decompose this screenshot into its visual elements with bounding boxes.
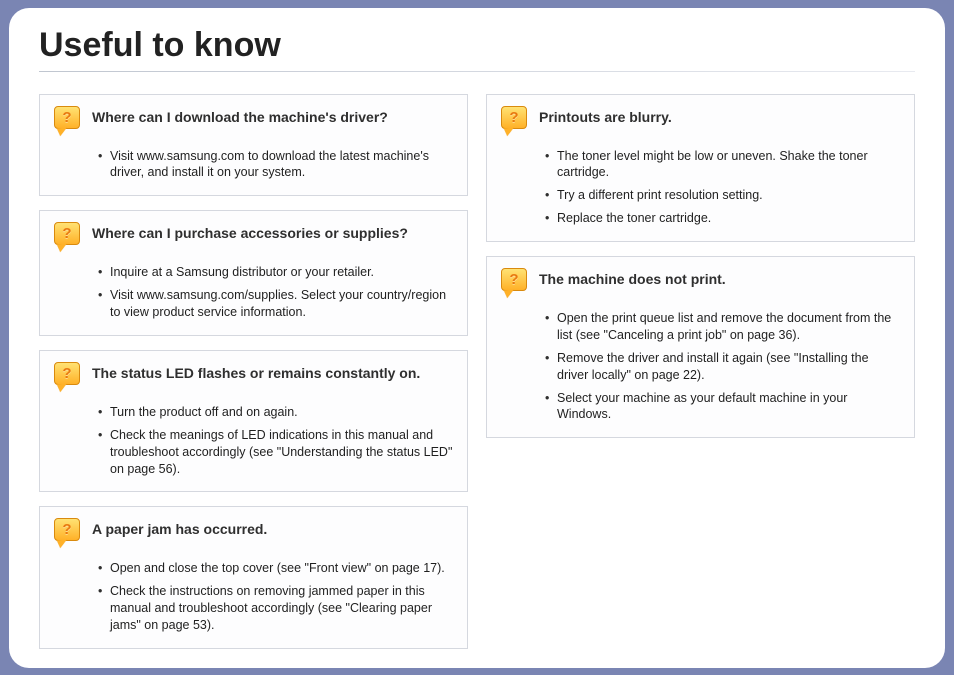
columns: ? Where can I download the machine's dri… — [39, 94, 915, 649]
card-download-driver: ? Where can I download the machine's dri… — [39, 94, 468, 197]
help-tail — [57, 127, 68, 136]
list-item: Open the print queue list and remove the… — [545, 310, 900, 344]
card-list: The toner level might be low or uneven. … — [501, 148, 900, 228]
card-list: Turn the product off and on again. Check… — [54, 404, 453, 478]
list-item: Try a different print resolution setting… — [545, 187, 900, 204]
left-column: ? Where can I download the machine's dri… — [39, 94, 468, 649]
card-header: ? The machine does not print. — [501, 268, 900, 296]
help-icon: ? — [54, 222, 82, 250]
list-item: Inquire at a Samsung distributor or your… — [98, 264, 453, 281]
card-list: Visit www.samsung.com to download the la… — [54, 148, 453, 182]
list-item: Check the meanings of LED indications in… — [98, 427, 453, 478]
card-purchase-supplies: ? Where can I purchase accessories or su… — [39, 210, 468, 336]
list-item: Open and close the top cover (see "Front… — [98, 560, 453, 577]
card-title: Printouts are blurry. — [539, 106, 672, 125]
title-rule — [39, 71, 915, 72]
right-column: ? Printouts are blurry. The toner level … — [486, 94, 915, 649]
help-icon: ? — [501, 268, 529, 296]
card-status-led: ? The status LED flashes or remains cons… — [39, 350, 468, 493]
help-icon: ? — [54, 106, 82, 134]
card-header: ? Printouts are blurry. — [501, 106, 900, 134]
list-item: Visit www.samsung.com to download the la… — [98, 148, 453, 182]
page-title: Useful to know — [39, 26, 915, 65]
card-header: ? Where can I purchase accessories or su… — [54, 222, 453, 250]
help-tail — [57, 384, 68, 393]
help-icon: ? — [54, 518, 82, 546]
card-no-print: ? The machine does not print. Open the p… — [486, 256, 915, 438]
card-paper-jam: ? A paper jam has occurred. Open and clo… — [39, 506, 468, 649]
card-header: ? The status LED flashes or remains cons… — [54, 362, 453, 390]
list-item: Remove the driver and install it again (… — [545, 350, 900, 384]
card-title: A paper jam has occurred. — [92, 518, 267, 537]
help-bubble: ? — [501, 268, 527, 291]
card-blurry-printouts: ? Printouts are blurry. The toner level … — [486, 94, 915, 243]
list-item: Replace the toner cartridge. — [545, 210, 900, 227]
list-item: Check the instructions on removing jamme… — [98, 583, 453, 634]
card-list: Open the print queue list and remove the… — [501, 310, 900, 423]
help-bubble: ? — [501, 106, 527, 129]
help-icon: ? — [54, 362, 82, 390]
card-list: Inquire at a Samsung distributor or your… — [54, 264, 453, 321]
help-tail — [504, 127, 515, 136]
list-item: Select your machine as your default mach… — [545, 390, 900, 424]
card-title: Where can I download the machine's drive… — [92, 106, 388, 125]
list-item: The toner level might be low or uneven. … — [545, 148, 900, 182]
list-item: Turn the product off and on again. — [98, 404, 453, 421]
help-bubble: ? — [54, 106, 80, 129]
help-tail — [57, 244, 68, 253]
help-bubble: ? — [54, 518, 80, 541]
card-title: The status LED flashes or remains consta… — [92, 362, 420, 381]
list-item: Visit www.samsung.com/supplies. Select y… — [98, 287, 453, 321]
card-header: ? Where can I download the machine's dri… — [54, 106, 453, 134]
card-title: Where can I purchase accessories or supp… — [92, 222, 408, 241]
help-tail — [504, 290, 515, 299]
card-title: The machine does not print. — [539, 268, 726, 287]
help-bubble: ? — [54, 222, 80, 245]
help-tail — [57, 540, 68, 549]
card-list: Open and close the top cover (see "Front… — [54, 560, 453, 634]
card-header: ? A paper jam has occurred. — [54, 518, 453, 546]
document-page: Useful to know ? Where can I download th… — [9, 8, 945, 668]
help-bubble: ? — [54, 362, 80, 385]
help-icon: ? — [501, 106, 529, 134]
